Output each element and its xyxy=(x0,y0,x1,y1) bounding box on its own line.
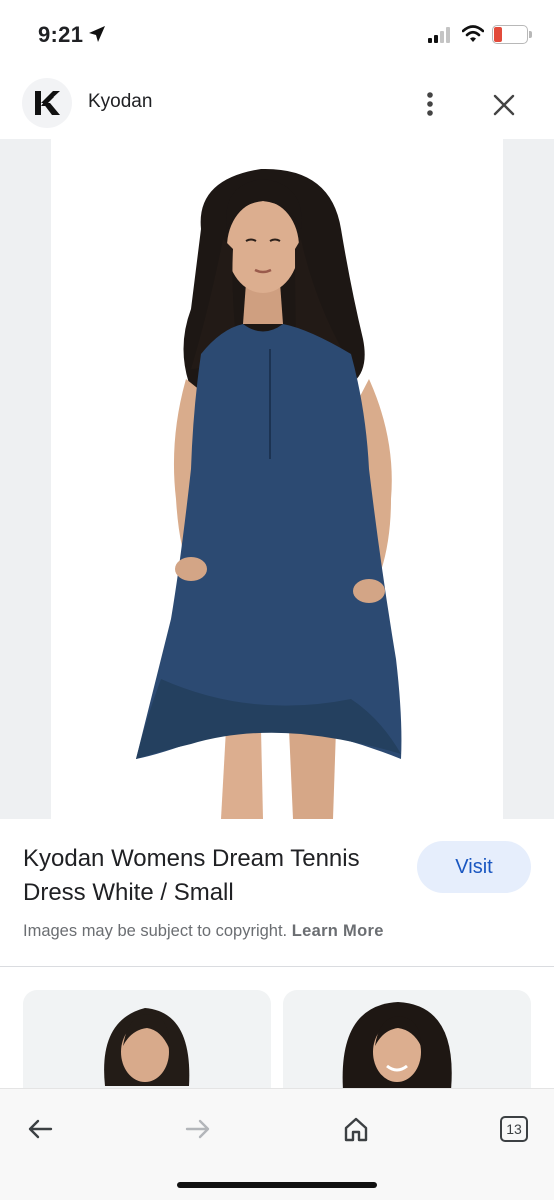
learn-more-link[interactable]: Learn More xyxy=(292,922,384,940)
tabs-icon[interactable]: 13 xyxy=(492,1107,536,1151)
home-indicator xyxy=(177,1182,377,1188)
cell-signal-icon xyxy=(428,27,454,48)
related-image-1[interactable] xyxy=(23,990,271,1088)
product-title[interactable]: Kyodan Womens Dream Tennis Dress White /… xyxy=(23,842,403,910)
related-image-2[interactable] xyxy=(283,990,531,1088)
bottom-navigation: 13 xyxy=(0,1088,554,1200)
status-time: 9:21 xyxy=(38,22,84,47)
product-image-area xyxy=(0,139,554,819)
header: Kyodan xyxy=(0,70,554,138)
status-bar: 9:21 7 xyxy=(0,0,554,70)
product-image[interactable] xyxy=(51,139,503,819)
divider xyxy=(0,966,554,967)
close-icon[interactable] xyxy=(486,87,522,123)
kyodan-logo-icon[interactable] xyxy=(22,78,72,128)
home-icon[interactable] xyxy=(334,1107,378,1151)
copyright-notice: Images may be subject to copyright. Lear… xyxy=(23,922,384,941)
battery-icon: 7 xyxy=(492,25,528,44)
site-name[interactable]: Kyodan xyxy=(88,91,152,113)
product-info: Kyodan Womens Dream Tennis Dress White /… xyxy=(0,819,554,967)
location-arrow-icon xyxy=(88,25,106,48)
battery-level: 7 xyxy=(506,26,514,42)
related-images xyxy=(0,990,554,1088)
back-arrow-icon[interactable] xyxy=(18,1107,62,1151)
forward-arrow-icon[interactable] xyxy=(176,1107,220,1151)
more-vert-icon[interactable] xyxy=(416,86,444,122)
tab-count: 13 xyxy=(500,1116,528,1142)
wifi-icon xyxy=(461,25,485,48)
visit-button[interactable]: Visit xyxy=(417,841,531,893)
copyright-text: Images may be subject to copyright. xyxy=(23,922,288,940)
